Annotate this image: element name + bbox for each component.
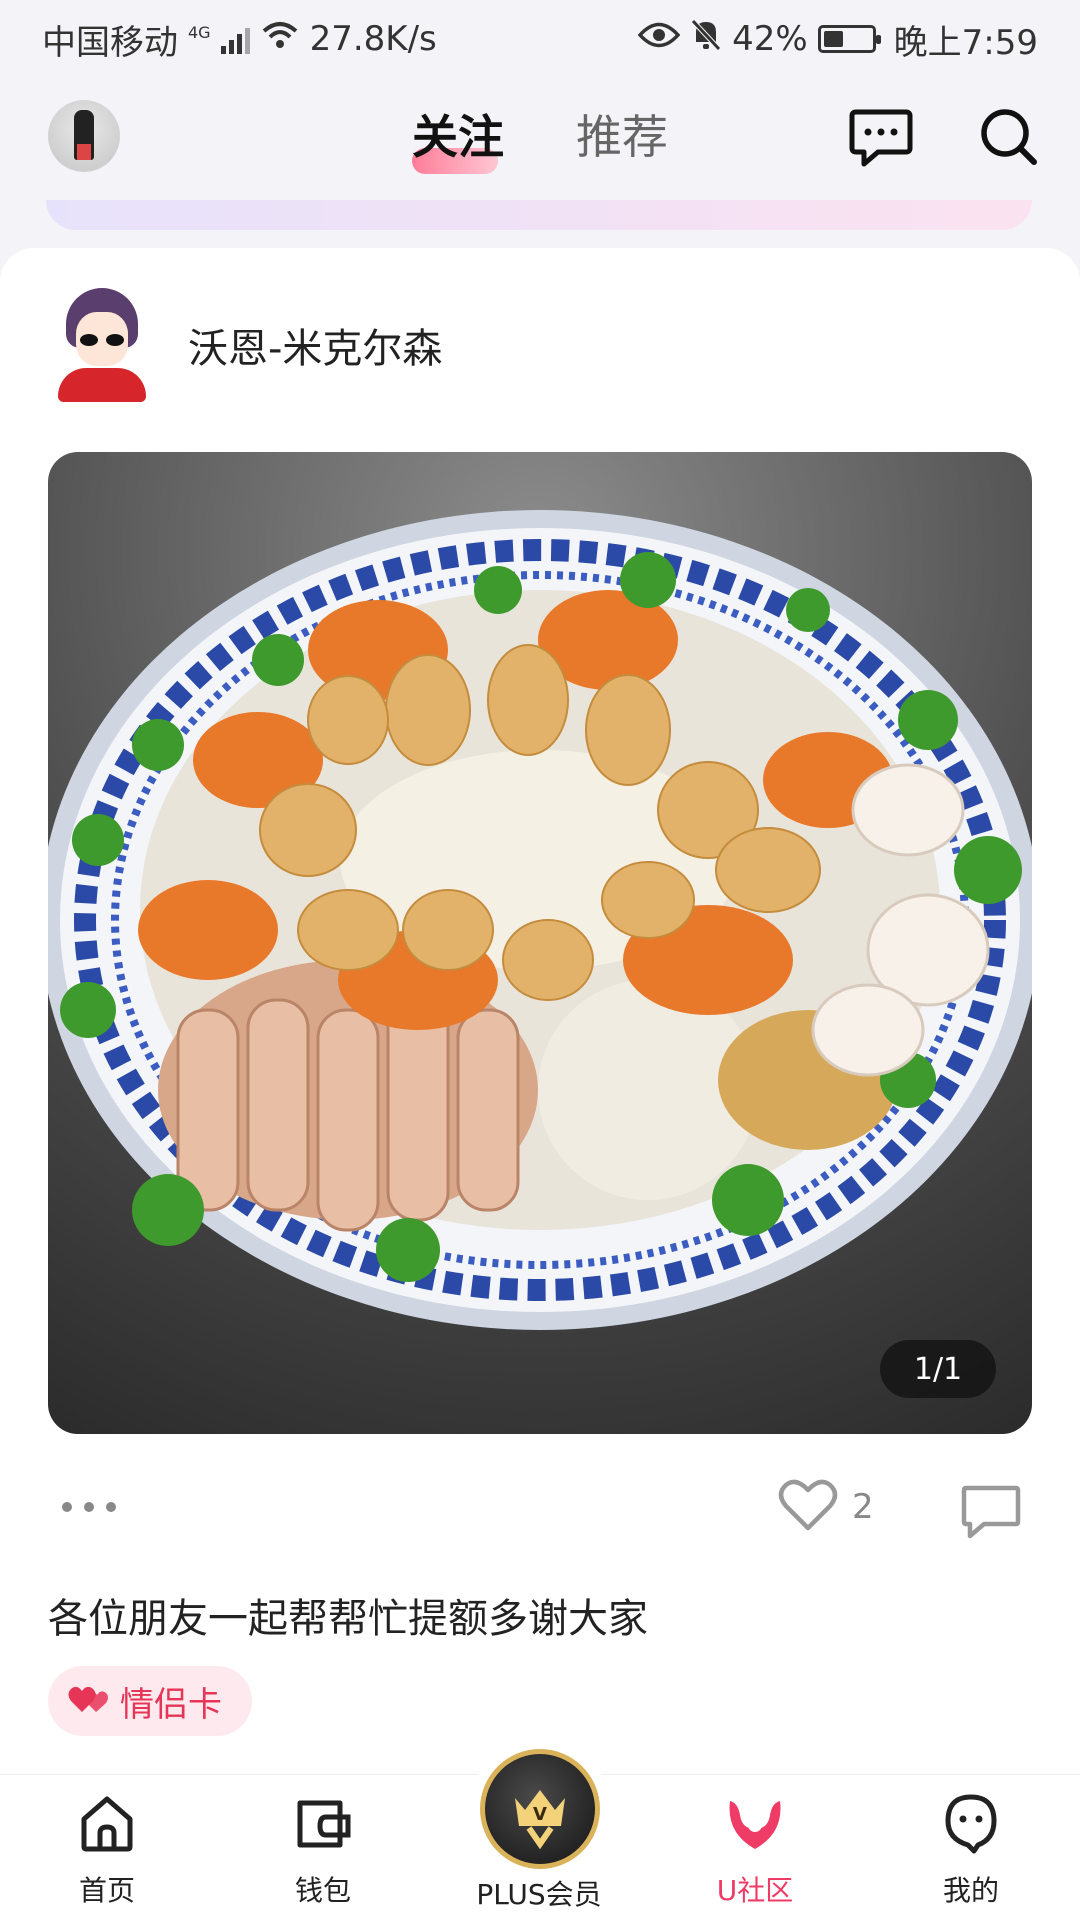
nav-plus-member-label: PLUS会员 (476, 1878, 602, 1911)
profile-icon (940, 1793, 1002, 1859)
author-avatar[interactable] (52, 288, 152, 402)
nav-profile[interactable]: 我的 (896, 1793, 1046, 1909)
seafood-platter-image (48, 510, 1032, 1330)
heart-icon (778, 1478, 838, 1536)
top-nav: 关注 推荐 (0, 92, 1080, 182)
wallet-icon (292, 1793, 354, 1859)
search-icon[interactable] (976, 104, 1042, 170)
nav-plus-member[interactable]: PLUS会员 (464, 1873, 614, 1913)
more-options-button[interactable] (62, 1502, 116, 1512)
comment-icon[interactable] (960, 1482, 1022, 1540)
post-actions: 2 (0, 1478, 1080, 1548)
image-counter: 1/1 (880, 1340, 996, 1398)
tab-following[interactable]: 关注 (406, 102, 510, 174)
nav-home-label: 首页 (78, 1874, 135, 1907)
post-card: 沃恩-米克尔森 1/1 2 各位朋友一起帮帮忙提额多谢大家 情侣卡 (0, 248, 1080, 1808)
wifi-icon (260, 19, 300, 60)
carrier-label: 中国移动 (42, 22, 178, 63)
plus-member-button[interactable]: V (470, 1739, 610, 1879)
battery-icon (817, 25, 881, 53)
home-icon (76, 1793, 138, 1859)
tab-recommended-label: 推荐 (576, 110, 668, 164)
nav-community[interactable]: U社区 (680, 1793, 830, 1909)
nav-community-label: U社区 (716, 1874, 794, 1907)
tab-following-label: 关注 (412, 110, 504, 164)
clock: 晚上7:59 (893, 22, 1038, 63)
nav-profile-label: 我的 (942, 1874, 999, 1907)
nav-wallet[interactable]: 钱包 (248, 1793, 398, 1909)
like-button[interactable]: 2 (778, 1478, 874, 1536)
topic-tag-label: 情侣卡 (120, 1684, 222, 1725)
network-label: 4G (188, 22, 211, 42)
topic-tag[interactable]: 情侣卡 (48, 1666, 252, 1736)
post-photo[interactable]: 1/1 (48, 452, 1032, 1434)
battery-percent: 42% (732, 19, 808, 59)
status-right: 42% 晚上7:59 (637, 15, 1038, 64)
author-name[interactable]: 沃恩-米克尔森 (188, 316, 442, 374)
feed-tabs: 关注 推荐 (0, 102, 1080, 174)
community-icon (722, 1793, 788, 1859)
double-heart-icon (68, 1682, 110, 1720)
tab-recommended[interactable]: 推荐 (570, 102, 674, 172)
signal-icon (220, 24, 250, 54)
eye-icon (637, 19, 681, 59)
nav-home[interactable]: 首页 (32, 1793, 182, 1909)
plus-member-icon: V (480, 1749, 600, 1869)
battery-fill (823, 31, 843, 47)
banner-strip (46, 200, 1032, 230)
net-speed: 27.8K/s (309, 19, 437, 59)
nav-wallet-label: 钱包 (294, 1874, 351, 1907)
like-count: 2 (852, 1487, 874, 1527)
post-title: 各位朋友一起帮帮忙提额多谢大家 (48, 1596, 648, 1642)
post-author[interactable]: 沃恩-米克尔森 (52, 288, 442, 402)
message-icon[interactable] (848, 104, 914, 170)
status-bar: 中国移动 4G 27.8K/s 42% 晚上7:59 (0, 0, 1080, 78)
bottom-nav: 首页 钱包 PLUS会员 V U社区 我的 (0, 1739, 1080, 1920)
status-left: 中国移动 4G 27.8K/s (42, 15, 437, 64)
svg-text:V: V (533, 1804, 547, 1825)
mute-bell-icon (690, 18, 722, 61)
